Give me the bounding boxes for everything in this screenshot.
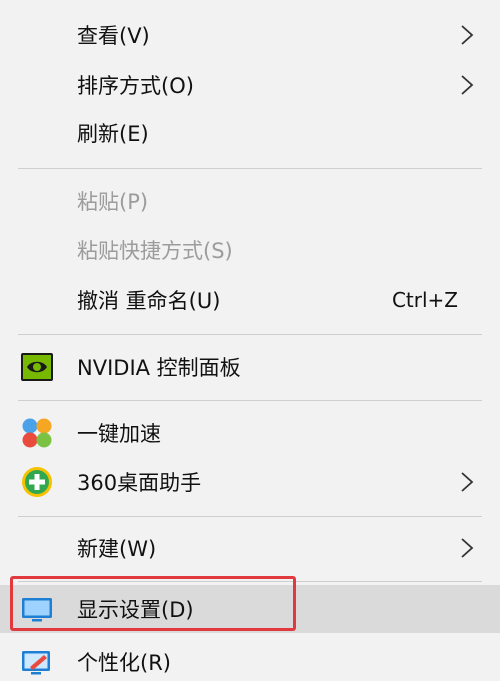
menu-item-sort-by-label: 排序方式(O) <box>77 74 194 98</box>
menu-item-display-settings[interactable]: 显示设置(D) <box>0 585 500 633</box>
menu-item-display-settings-label: 显示设置(D) <box>77 598 194 622</box>
speedup-icon <box>22 418 52 448</box>
360-desktop-icon <box>22 467 52 497</box>
menu-separator <box>18 168 482 169</box>
chevron-right-icon <box>461 472 474 492</box>
menu-item-speedup-label: 一键加速 <box>77 422 161 446</box>
chevron-right-icon <box>461 538 474 558</box>
menu-item-undo-rename[interactable]: 撤消 重命名(U) Ctrl+Z <box>0 276 500 324</box>
nvidia-icon <box>21 353 53 381</box>
menu-item-personalize[interactable]: 个性化(R) <box>0 638 500 681</box>
menu-item-paste: 粘贴(P) <box>0 177 500 225</box>
menu-item-view[interactable]: 查看(V) <box>0 11 500 59</box>
menu-separator <box>18 400 482 401</box>
menu-item-paste-label: 粘贴(P) <box>77 190 149 214</box>
display-settings-icon <box>22 598 52 622</box>
menu-item-sort-by[interactable]: 排序方式(O) <box>0 61 500 109</box>
menu-item-paste-shortcut: 粘贴快捷方式(S) <box>0 226 500 274</box>
menu-item-refresh[interactable]: 刷新(E) <box>0 109 500 157</box>
menu-item-360-label: 360桌面助手 <box>77 471 202 495</box>
chevron-right-icon <box>461 25 474 45</box>
menu-item-undo-rename-label: 撤消 重命名(U) <box>77 289 221 313</box>
menu-item-view-label: 查看(V) <box>77 24 150 48</box>
personalize-icon <box>22 651 50 675</box>
menu-item-nvidia-control-panel[interactable]: NVIDIA 控制面板 <box>0 343 500 391</box>
menu-item-360-desktop[interactable]: 360桌面助手 <box>0 458 500 506</box>
context-menu: 查看(V) 排序方式(O) 刷新(E) 粘贴(P) 粘贴快捷方式(S) 撤消 重… <box>0 0 500 681</box>
menu-item-speedup[interactable]: 一键加速 <box>0 409 500 457</box>
menu-item-undo-shortcut: Ctrl+Z <box>391 288 458 312</box>
menu-separator <box>18 581 482 582</box>
menu-item-new-label: 新建(W) <box>77 537 157 561</box>
menu-separator <box>18 516 482 517</box>
menu-item-nvidia-label: NVIDIA 控制面板 <box>77 356 241 380</box>
menu-item-paste-shortcut-label: 粘贴快捷方式(S) <box>77 239 233 263</box>
menu-item-refresh-label: 刷新(E) <box>77 122 149 146</box>
menu-item-new[interactable]: 新建(W) <box>0 524 500 572</box>
chevron-right-icon <box>461 75 474 95</box>
menu-separator <box>18 334 482 335</box>
menu-item-personalize-label: 个性化(R) <box>77 651 171 675</box>
